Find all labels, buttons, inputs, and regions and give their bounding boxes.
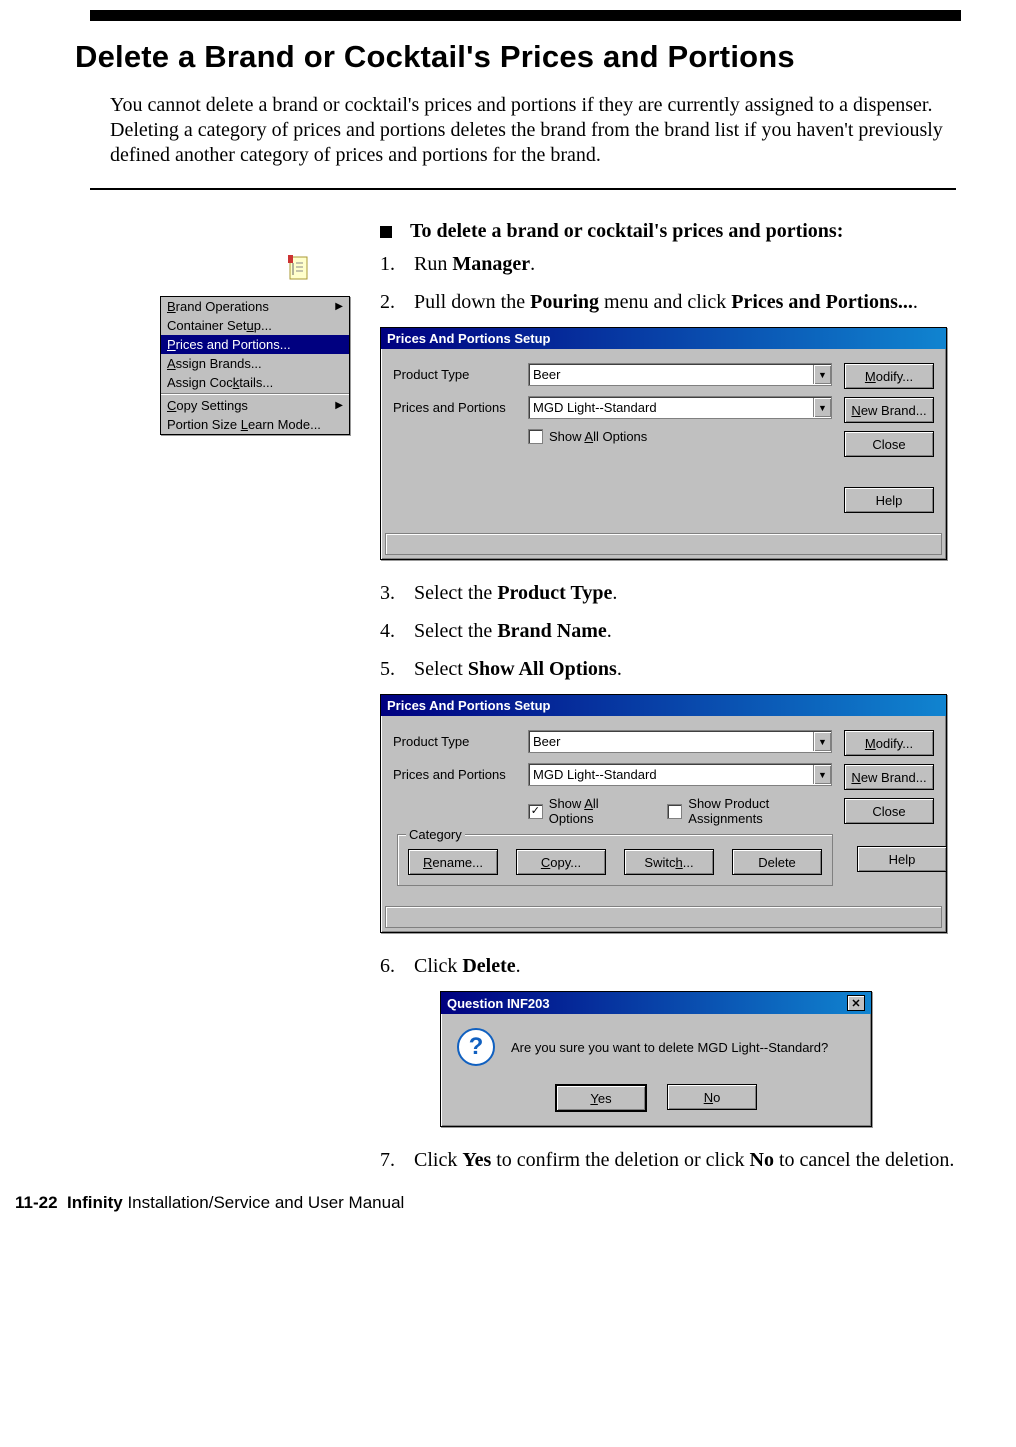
step-7: 7.Click Yes to confirm the deletion or c… bbox=[380, 1147, 956, 1173]
menu-separator bbox=[161, 393, 349, 395]
prices-portions-value: MGD Light--Standard bbox=[533, 400, 657, 415]
prices-portions-dialog-2: Prices And Portions Setup Product Type B… bbox=[380, 694, 947, 933]
step-3: 3.Select the Product Type. bbox=[380, 580, 956, 606]
dialog-titlebar: Prices And Portions Setup bbox=[381, 695, 946, 716]
question-icon: ? bbox=[457, 1028, 495, 1066]
close-button[interactable]: Close bbox=[844, 798, 934, 824]
product-type-label: Product Type bbox=[393, 734, 528, 749]
status-bar bbox=[385, 533, 942, 555]
show-product-assignments-checkbox[interactable] bbox=[667, 804, 682, 819]
show-all-checkbox[interactable]: ✓ bbox=[528, 804, 543, 819]
step-1: 1.Run Manager. bbox=[380, 251, 956, 277]
product-type-label: Product Type bbox=[393, 367, 528, 382]
no-button[interactable]: No bbox=[667, 1084, 757, 1110]
help-button[interactable]: Help bbox=[857, 846, 947, 872]
page-title: Delete a Brand or Cocktail's Prices and … bbox=[75, 39, 956, 75]
prices-portions-label: Prices and Portions bbox=[393, 767, 528, 782]
note-icon bbox=[288, 255, 310, 281]
step-4: 4.Select the Brand Name. bbox=[380, 618, 956, 644]
prices-portions-dialog-1: Prices And Portions Setup Product Type B… bbox=[380, 327, 947, 560]
new-brand-button[interactable]: New Brand... bbox=[844, 764, 934, 790]
show-all-label: Show All Options bbox=[549, 796, 646, 826]
product-type-combo[interactable]: Beer ▼ bbox=[528, 363, 832, 386]
modify-button[interactable]: Modify... bbox=[844, 363, 934, 389]
dialog-title: Question INF203 bbox=[447, 996, 550, 1011]
show-all-label: Show All Options bbox=[549, 429, 647, 444]
prices-portions-value: MGD Light--Standard bbox=[533, 767, 657, 782]
close-button[interactable]: Close bbox=[844, 431, 934, 457]
step-2: 2.Pull down the Pouring menu and click P… bbox=[380, 289, 956, 315]
prices-portions-combo[interactable]: MGD Light--Standard ▼ bbox=[528, 763, 832, 786]
product-type-value: Beer bbox=[533, 734, 560, 749]
dialog-title: Prices And Portions Setup bbox=[387, 331, 551, 346]
rename-button[interactable]: Rename... bbox=[408, 849, 498, 875]
step-5: 5.Select Show All Options. bbox=[380, 656, 956, 682]
delete-button[interactable]: Delete bbox=[732, 849, 822, 875]
chevron-down-icon: ▼ bbox=[813, 365, 831, 384]
chevron-down-icon: ▼ bbox=[813, 732, 831, 751]
dialog-title: Prices And Portions Setup bbox=[387, 698, 551, 713]
dialog-titlebar: Prices And Portions Setup bbox=[381, 328, 946, 349]
status-bar bbox=[385, 906, 942, 928]
yes-button[interactable]: Yes bbox=[555, 1084, 647, 1112]
menu-item-learn-mode[interactable]: Portion Size Learn Mode... bbox=[161, 415, 349, 434]
submenu-arrow-icon: ▶ bbox=[335, 400, 343, 411]
task-heading: To delete a brand or cocktail's prices a… bbox=[380, 220, 956, 243]
menu-item-prices-portions[interactable]: Prices and Portions... bbox=[161, 335, 349, 354]
chevron-down-icon: ▼ bbox=[813, 398, 831, 417]
menu-item-assign-cocktails[interactable]: Assign Cocktails... bbox=[161, 373, 349, 392]
step-6: 6.Click Delete. bbox=[380, 953, 956, 979]
new-brand-button[interactable]: New Brand... bbox=[844, 397, 934, 423]
pouring-menu: Brand Operations ▶ Container Setup... Pr… bbox=[160, 296, 350, 435]
close-icon[interactable]: ✕ bbox=[847, 995, 865, 1011]
divider bbox=[90, 188, 956, 190]
category-group-label: Category bbox=[406, 827, 465, 842]
copy-button[interactable]: Copy... bbox=[516, 849, 606, 875]
help-button[interactable]: Help bbox=[844, 487, 934, 513]
header-rule bbox=[90, 10, 961, 21]
menu-item-copy-settings[interactable]: Copy Settings ▶ bbox=[161, 396, 349, 415]
product-type-value: Beer bbox=[533, 367, 560, 382]
chevron-down-icon: ▼ bbox=[813, 765, 831, 784]
prices-portions-label: Prices and Portions bbox=[393, 400, 528, 415]
show-all-checkbox[interactable] bbox=[528, 429, 543, 444]
intro-paragraph: You cannot delete a brand or cocktail's … bbox=[110, 93, 956, 168]
question-text: Are you sure you want to delete MGD Ligh… bbox=[511, 1040, 828, 1055]
page-footer: 11-22 Infinity Installation/Service and … bbox=[15, 1193, 956, 1213]
submenu-arrow-icon: ▶ bbox=[335, 301, 343, 312]
menu-item-assign-brands[interactable]: Assign Brands... bbox=[161, 354, 349, 373]
menu-item-brand-operations[interactable]: Brand Operations ▶ bbox=[161, 297, 349, 316]
dialog-titlebar: Question INF203 ✕ bbox=[441, 992, 871, 1014]
prices-portions-combo[interactable]: MGD Light--Standard ▼ bbox=[528, 396, 832, 419]
product-type-combo[interactable]: Beer ▼ bbox=[528, 730, 832, 753]
confirm-delete-dialog: Question INF203 ✕ ? Are you sure you wan… bbox=[440, 991, 872, 1127]
show-product-assignments-label: Show Product Assignments bbox=[688, 796, 844, 826]
switch-button[interactable]: Switch... bbox=[624, 849, 714, 875]
menu-item-container-setup[interactable]: Container Setup... bbox=[161, 316, 349, 335]
bullet-icon bbox=[380, 226, 392, 238]
modify-button[interactable]: Modify... bbox=[844, 730, 934, 756]
